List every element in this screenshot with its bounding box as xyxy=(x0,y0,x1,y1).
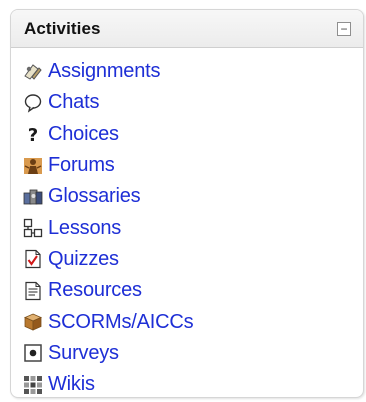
lesson-icon xyxy=(23,218,43,238)
forum-icon xyxy=(23,156,43,176)
activity-item-lessons[interactable]: Lessons xyxy=(23,212,363,243)
activity-link-forums[interactable]: Forums xyxy=(48,154,115,177)
activity-link-scorms[interactable]: SCORMs/AICCs xyxy=(48,311,194,334)
activity-link-wikis[interactable]: Wikis xyxy=(48,373,95,396)
activity-link-quizzes[interactable]: Quizzes xyxy=(48,248,119,271)
activity-item-surveys[interactable]: Surveys xyxy=(23,338,363,369)
activity-item-choices[interactable]: ? Choices xyxy=(23,119,363,150)
activity-item-wikis[interactable]: Wikis xyxy=(23,369,363,397)
resource-icon xyxy=(23,281,43,301)
activity-link-chats[interactable]: Chats xyxy=(48,91,99,114)
activity-link-assignments[interactable]: Assignments xyxy=(48,60,160,83)
block-header: Activities − xyxy=(11,10,363,48)
choice-icon: ? xyxy=(23,124,43,144)
activity-link-lessons[interactable]: Lessons xyxy=(48,217,121,240)
activity-item-quizzes[interactable]: Quizzes xyxy=(23,244,363,275)
glossary-icon xyxy=(23,187,43,207)
activity-item-glossaries[interactable]: Glossaries xyxy=(23,181,363,212)
activities-block: Activities − Assignments Chats ? Choices… xyxy=(10,9,364,398)
collapse-toggle-icon[interactable]: − xyxy=(337,21,351,36)
chat-icon xyxy=(23,93,43,113)
wiki-icon xyxy=(23,375,43,395)
activity-item-forums[interactable]: Forums xyxy=(23,150,363,181)
activity-item-resources[interactable]: Resources xyxy=(23,275,363,306)
activity-link-surveys[interactable]: Surveys xyxy=(48,342,119,365)
activity-link-resources[interactable]: Resources xyxy=(48,279,142,302)
scorm-icon xyxy=(23,312,43,332)
activity-item-assignments[interactable]: Assignments xyxy=(23,56,363,87)
activity-link-choices[interactable]: Choices xyxy=(48,123,119,146)
quiz-icon xyxy=(23,249,43,269)
block-title: Activities xyxy=(24,18,101,38)
svg-text:?: ? xyxy=(28,125,38,144)
activity-item-chats[interactable]: Chats xyxy=(23,87,363,118)
assignment-icon xyxy=(23,62,43,82)
activity-link-glossaries[interactable]: Glossaries xyxy=(48,185,141,208)
survey-icon xyxy=(23,343,43,363)
activity-item-scorms[interactable]: SCORMs/AICCs xyxy=(23,306,363,337)
activities-list: Assignments Chats ? Choices Forums Gloss… xyxy=(11,48,363,397)
